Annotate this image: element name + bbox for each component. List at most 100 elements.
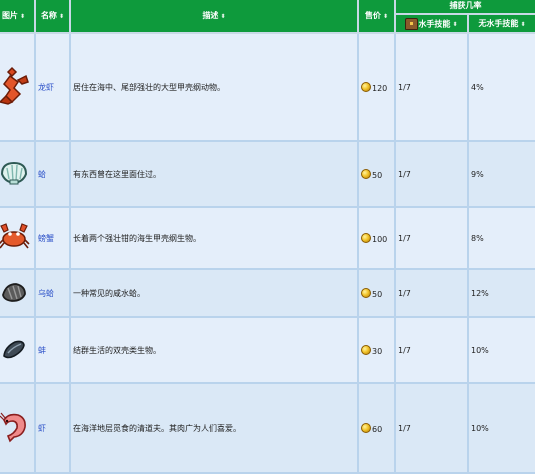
- item-price: 120: [372, 83, 388, 93]
- item-image-cell: [0, 206, 36, 270]
- image-header-label: 图片: [1, 10, 18, 20]
- name-column-header[interactable]: 名称: [34, 0, 71, 34]
- item-description-cell: 有东西曾在这里面住过。: [69, 140, 359, 208]
- shrimp-icon[interactable]: [0, 410, 30, 444]
- with-skill-cell: 1/7: [394, 268, 469, 318]
- item-name-link[interactable]: 乌蛤: [38, 289, 54, 298]
- item-name-cell: 蛤: [34, 140, 71, 208]
- cockle-icon[interactable]: [0, 280, 28, 304]
- without-skill-value: 12%: [471, 288, 489, 298]
- gold-coin-icon: [361, 344, 371, 355]
- with-skill-cell: 1/7: [394, 32, 469, 142]
- with-skill-value: 1/7: [398, 288, 411, 298]
- item-image-cell: [0, 32, 36, 142]
- item-description: 居住在海中、尾部强壮的大型甲壳纲动物。: [73, 82, 225, 92]
- item-name-link[interactable]: 蚌: [38, 346, 46, 355]
- with-skill-cell: 1/7: [394, 382, 469, 474]
- item-name-link[interactable]: 龙虾: [38, 83, 54, 92]
- item-description: 有东西曾在这里面住过。: [73, 169, 161, 179]
- with-skill-value: 1/7: [398, 169, 411, 179]
- clam-icon[interactable]: [0, 160, 29, 186]
- crab-pot-table: 图片 名称 描述 售价 捕获几率 水手技能 无水手技能 龙虾 居住在海中、尾部强…: [0, 0, 535, 474]
- item-description: 在海洋地层觅食的清道夫。其肉广为人们喜爱。: [73, 423, 241, 433]
- with-skill-cell: 1/7: [394, 316, 469, 384]
- item-name-cell: 乌蛤: [34, 268, 71, 318]
- with-skill-cell: 1/7: [394, 140, 469, 208]
- with-skill-value: 1/7: [398, 82, 411, 92]
- description-column-header[interactable]: 描述: [69, 0, 359, 34]
- with-skill-cell: 1/7: [394, 206, 469, 270]
- treasure-chest-icon: [405, 17, 419, 30]
- gold-coin-icon: [361, 422, 371, 433]
- catch-chance-header: 捕获几率: [394, 0, 535, 15]
- item-description-cell: 在海洋地层觅食的清道夫。其肉广为人们喜爱。: [69, 382, 359, 474]
- table-row: 蛤 有东西曾在这里面住过。 50 1/7 9%: [0, 140, 535, 208]
- without-skill-cell: 4%: [467, 32, 535, 142]
- item-price-cell: 120: [357, 32, 396, 142]
- item-price: 50: [372, 170, 383, 180]
- with-skill-column-header[interactable]: 水手技能: [394, 13, 469, 34]
- item-image-cell: [0, 382, 36, 474]
- item-image-cell: [0, 140, 36, 208]
- without-skill-cell: 9%: [467, 140, 535, 208]
- without-skill-value: 10%: [471, 423, 489, 433]
- table-row: 龙虾 居住在海中、尾部强壮的大型甲壳纲动物。 120 1/7 4%: [0, 32, 535, 142]
- item-price: 50: [372, 289, 383, 299]
- item-name-cell: 龙虾: [34, 32, 71, 142]
- item-description: 一种常见的咸水蛤。: [73, 288, 145, 298]
- catch-chance-label: 捕获几率: [449, 1, 482, 10]
- price-column-header[interactable]: 售价: [357, 0, 396, 34]
- price-header-label: 售价: [364, 10, 381, 20]
- description-header-label: 描述: [202, 10, 219, 20]
- with-skill-value: 1/7: [398, 423, 411, 433]
- item-price: 30: [372, 346, 383, 356]
- without-skill-cell: 10%: [467, 316, 535, 384]
- with-skill-value: 1/7: [398, 233, 411, 243]
- image-column-header[interactable]: 图片: [0, 0, 36, 34]
- name-header-label: 名称: [40, 10, 57, 20]
- without-skill-cell: 10%: [467, 382, 535, 474]
- item-price-cell: 100: [357, 206, 396, 270]
- item-image-cell: [0, 268, 36, 318]
- item-image-cell: [0, 316, 36, 384]
- item-price-cell: 50: [357, 140, 396, 208]
- without-skill-value: 10%: [471, 345, 489, 355]
- without-skill-value: 9%: [471, 169, 484, 179]
- item-description-cell: 长着两个强壮钳的海生甲壳纲生物。: [69, 206, 359, 270]
- item-name-cell: 螃蟹: [34, 206, 71, 270]
- with-skill-value: 1/7: [398, 345, 411, 355]
- item-description: 结群生活的双壳类生物。: [73, 345, 161, 355]
- item-price-cell: 30: [357, 316, 396, 384]
- gold-coin-icon: [361, 81, 371, 92]
- without-skill-cell: 8%: [467, 206, 535, 270]
- table-row: 虾 在海洋地层觅食的清道夫。其肉广为人们喜爱。 60 1/7 10%: [0, 382, 535, 474]
- with-skill-header-label: 水手技能: [418, 19, 451, 28]
- table-row: 蚌 结群生活的双壳类生物。 30 1/7 10%: [0, 316, 535, 384]
- without-skill-column-header[interactable]: 无水手技能: [467, 13, 535, 34]
- item-description-cell: 一种常见的咸水蛤。: [69, 268, 359, 318]
- item-description-cell: 居住在海中、尾部强壮的大型甲壳纲动物。: [69, 32, 359, 142]
- gold-coin-icon: [361, 168, 371, 179]
- crab-icon[interactable]: [0, 222, 31, 252]
- item-name-link[interactable]: 螃蟹: [38, 234, 54, 243]
- gold-coin-icon: [361, 232, 371, 243]
- without-skill-header-label: 无水手技能: [478, 19, 519, 28]
- item-price: 100: [372, 234, 388, 244]
- without-skill-cell: 12%: [467, 268, 535, 318]
- gold-coin-icon: [361, 287, 371, 298]
- item-name-link[interactable]: 虾: [38, 424, 46, 433]
- item-description-cell: 结群生活的双壳类生物。: [69, 316, 359, 384]
- item-name-cell: 虾: [34, 382, 71, 474]
- without-skill-value: 8%: [471, 233, 484, 243]
- table-row: 螃蟹 长着两个强壮钳的海生甲壳纲生物。 100 1/7 8%: [0, 206, 535, 270]
- table-row: 乌蛤 一种常见的咸水蛤。 50 1/7 12%: [0, 268, 535, 318]
- item-name-cell: 蚌: [34, 316, 71, 384]
- without-skill-value: 4%: [471, 82, 484, 92]
- item-name-link[interactable]: 蛤: [38, 170, 46, 179]
- lobster-icon[interactable]: [0, 66, 32, 106]
- mussel-icon[interactable]: [1, 338, 27, 360]
- item-price: 60: [372, 424, 383, 434]
- item-price-cell: 60: [357, 382, 396, 474]
- item-description: 长着两个强壮钳的海生甲壳纲生物。: [73, 233, 201, 243]
- item-price-cell: 50: [357, 268, 396, 318]
